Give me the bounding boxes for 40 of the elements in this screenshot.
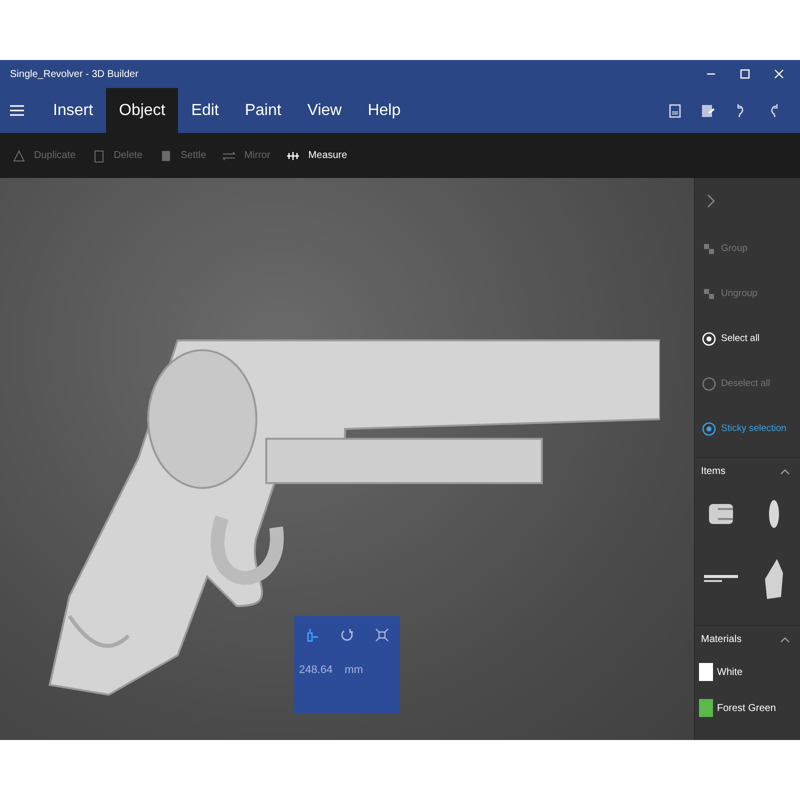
cubes-icon xyxy=(702,242,716,256)
collapse-icon[interactable] xyxy=(780,636,790,642)
panel-action[interactable]: Select all xyxy=(695,316,764,361)
menu-tab[interactable]: View xyxy=(294,88,355,133)
cubes-icon xyxy=(702,286,716,300)
menu-tab[interactable]: Object xyxy=(106,88,178,133)
close-icon[interactable] xyxy=(774,69,784,79)
circle-icon xyxy=(702,422,716,436)
item-thumbnail[interactable] xyxy=(762,559,785,599)
chevron-right-icon[interactable] xyxy=(707,194,715,208)
rotate-icon[interactable] xyxy=(340,628,354,642)
trash-icon xyxy=(92,148,106,162)
menu-icon[interactable] xyxy=(10,105,24,116)
measure-value: 248.64 xyxy=(299,664,333,676)
menu-tab[interactable]: Insert xyxy=(40,88,106,133)
material-swatch[interactable] xyxy=(699,699,713,717)
arrows-icon xyxy=(222,148,236,162)
printer-icon[interactable] xyxy=(668,104,682,118)
collapse-icon[interactable] xyxy=(780,468,790,474)
measure-unit: mm xyxy=(344,664,363,676)
expand-icon[interactable] xyxy=(375,628,390,642)
section-title: Items xyxy=(701,466,726,477)
item-thumbnail[interactable] xyxy=(768,499,780,529)
menu-tab[interactable]: Help xyxy=(354,88,414,133)
triangle-icon xyxy=(12,148,26,162)
menu-tab[interactable]: Edit xyxy=(178,88,232,133)
material-label: Forest Green xyxy=(717,702,776,714)
menu-tab[interactable]: Paint xyxy=(232,88,294,133)
material-label: White xyxy=(717,666,743,678)
save-icon[interactable] xyxy=(701,104,715,118)
section-title: Materials xyxy=(701,634,742,645)
toolbar-button[interactable]: Measure xyxy=(280,144,354,166)
panel-action[interactable]: Sticky selection xyxy=(695,406,790,451)
circle-icon xyxy=(702,332,716,346)
circle-icon xyxy=(702,376,716,390)
maximize-icon[interactable] xyxy=(740,69,750,79)
item-thumbnail[interactable] xyxy=(704,574,738,584)
material-swatch[interactable] xyxy=(699,663,713,681)
scale-icon[interactable] xyxy=(304,628,319,642)
window-title: Single_Revolver - 3D Builder xyxy=(10,68,140,80)
